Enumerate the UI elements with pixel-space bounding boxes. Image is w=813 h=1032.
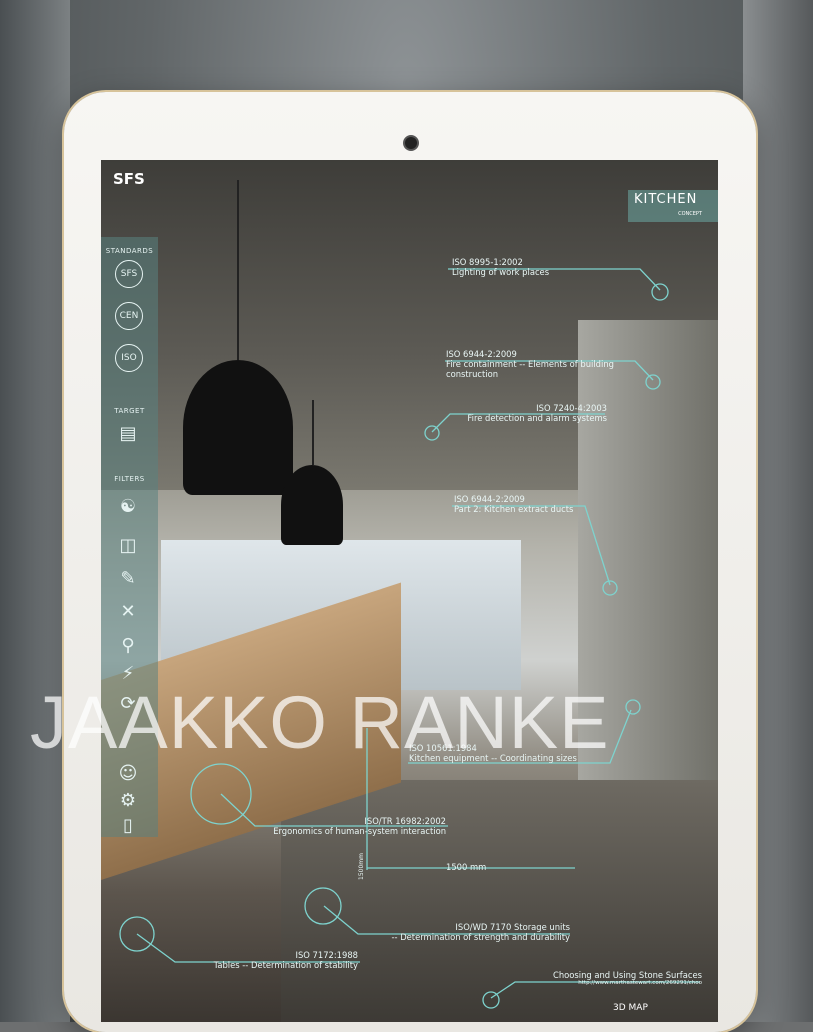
dimension-height: 1500mm	[358, 853, 365, 880]
3d-map-button[interactable]: 3D MAP	[613, 1003, 648, 1013]
annotation-lighting[interactable]: ISO 8995-1:2002 Lighting of work places	[452, 257, 549, 277]
annotation-text: Fire containment -- Elements of building	[446, 359, 614, 369]
annotation-text: Lighting of work places	[452, 267, 550, 277]
annotation-stone-surfaces[interactable]: Choosing and Using Stone Surfaces http:/…	[520, 970, 702, 987]
annotation-code: ISO 8995-1:2002	[452, 257, 523, 267]
annotation-text: Ergonomics of human-system interaction	[273, 826, 446, 836]
annotation-code: ISO/TR 16982:2002	[364, 816, 446, 826]
annotation-extract-ducts[interactable]: ISO 6944-2:2009 Part 2: Kitchen extract …	[454, 494, 573, 514]
annotation-code: ISO/WD 7170 Storage units	[455, 922, 570, 932]
annotation-text: construction	[446, 369, 499, 379]
annotation-fire-detection[interactable]: ISO 7240-4:2003 Fire detection and alarm…	[455, 403, 607, 423]
annotation-text: Part 2: Kitchen extract ducts	[454, 504, 574, 514]
annotation-storage-units[interactable]: ISO/WD 7170 Storage units -- Determinati…	[376, 922, 571, 942]
annotation-ergonomics[interactable]: ISO/TR 16982:2002 Ergonomics of human-sy…	[256, 816, 446, 836]
annotation-tables[interactable]: ISO 7172:1988 Tables -- Determination of…	[188, 950, 358, 970]
dimension-width: 1500 mm	[446, 862, 487, 872]
annotation-code: ISO 6944-2:2009	[454, 494, 525, 504]
annotation-code: ISO 7240-4:2003	[536, 403, 607, 413]
watermark: JAAKKO RANKE	[30, 681, 610, 764]
annotation-lines	[119, 268, 700, 1009]
annotation-text: Tables -- Determination of stability	[213, 960, 358, 970]
annotation-text: Fire detection and alarm systems	[467, 413, 607, 423]
annotation-fire-containment[interactable]: ISO 6944-2:2009 Fire containment -- Elem…	[446, 349, 614, 379]
annotation-code: ISO 6944-2:2009	[446, 349, 517, 359]
annotation-text: -- Determination of strength and durabil…	[391, 932, 571, 942]
annotation-title: Choosing and Using Stone Surfaces	[552, 970, 702, 980]
annotation-code: ISO 7172:1988	[295, 950, 359, 960]
annotation-link[interactable]: http://www.marthastewart.com/269291/choo	[520, 980, 702, 987]
